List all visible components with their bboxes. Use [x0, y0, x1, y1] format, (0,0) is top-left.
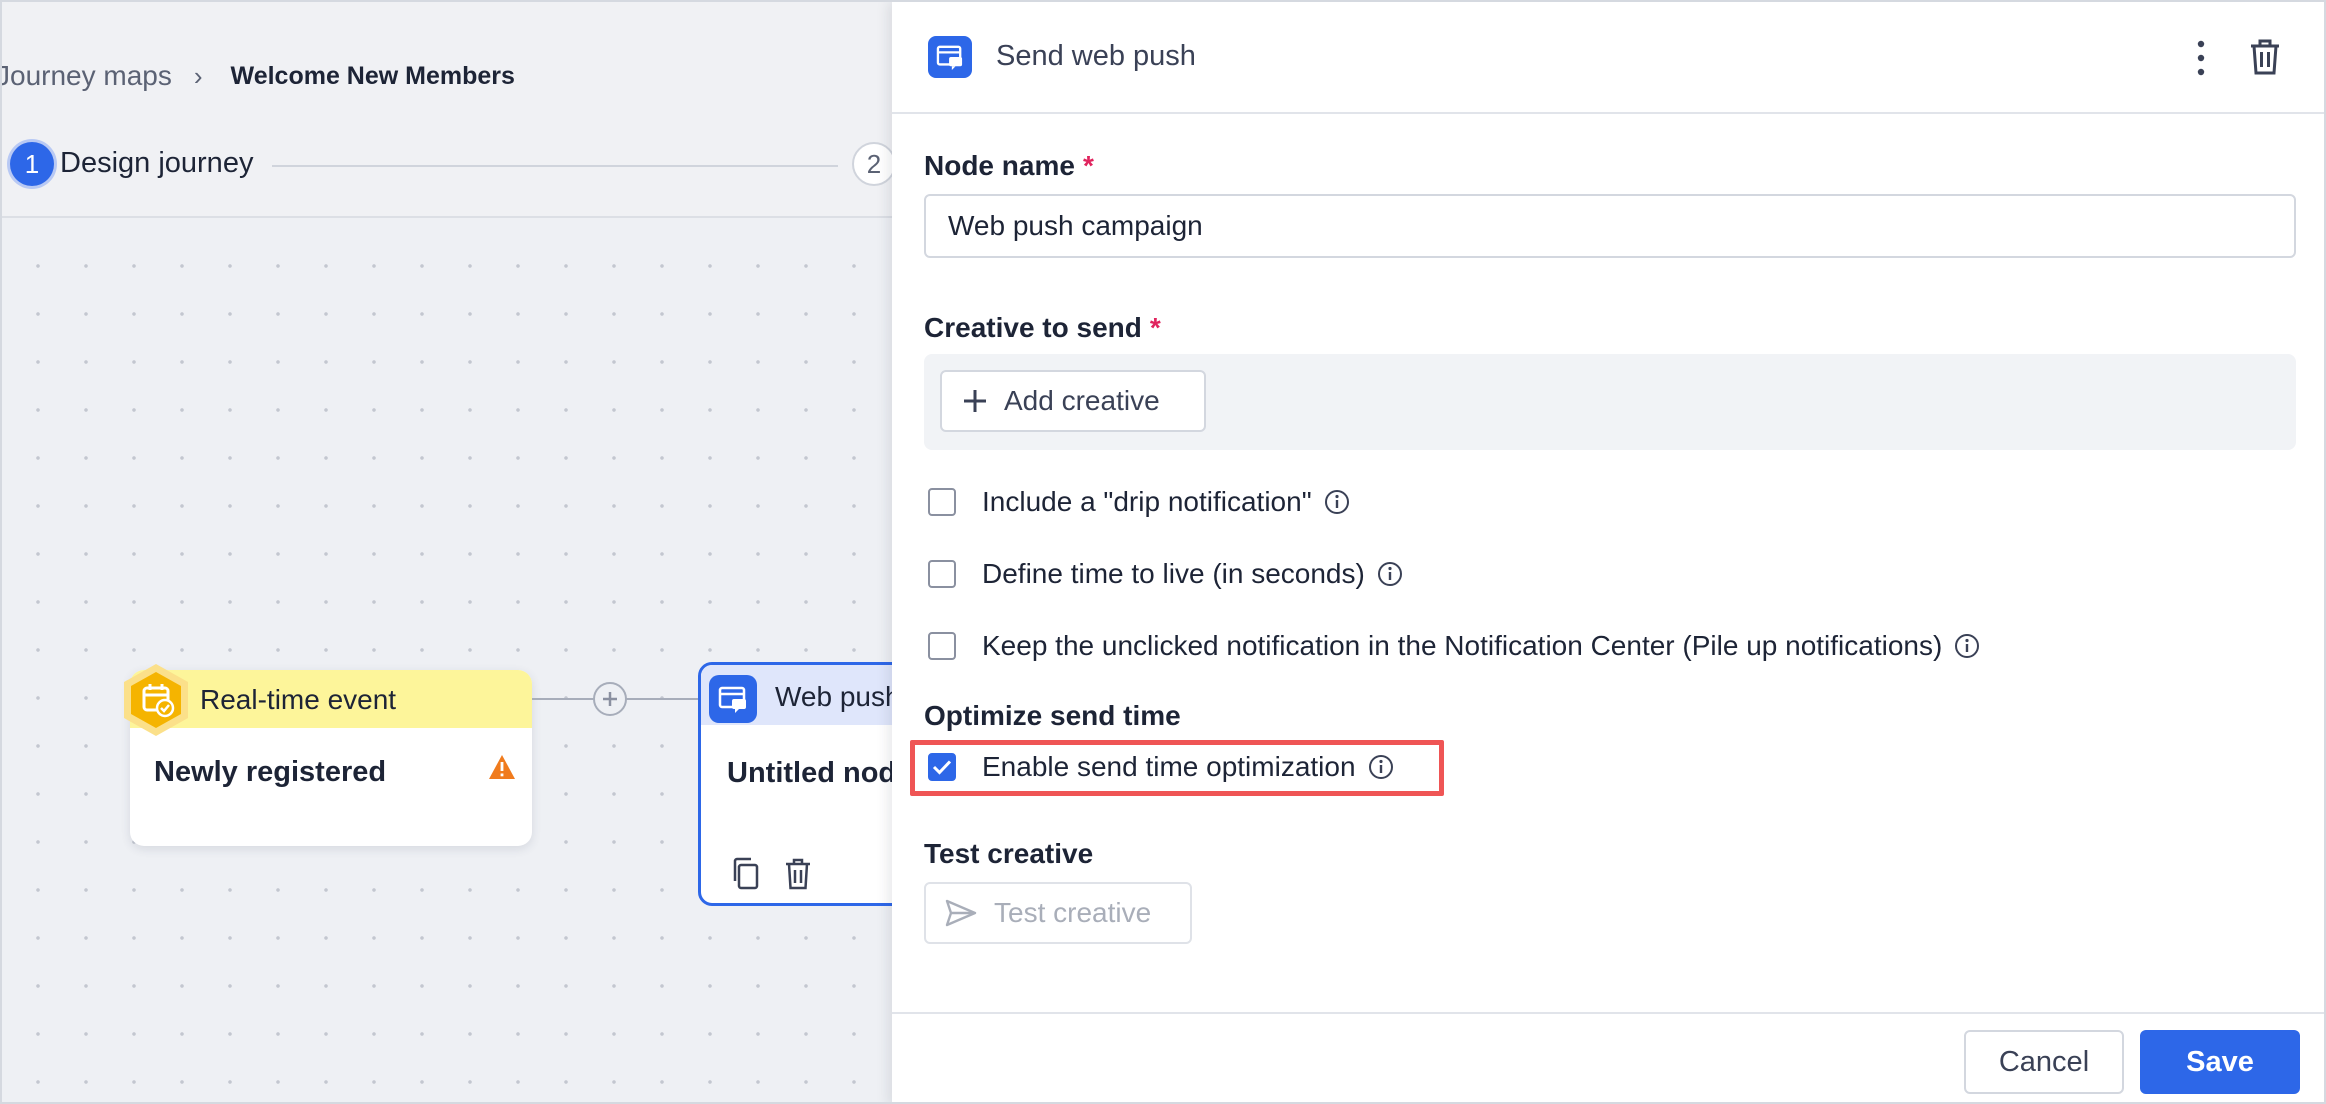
info-icon[interactable] [1368, 754, 1394, 780]
trash-icon[interactable] [783, 857, 813, 891]
node-toolbar [731, 857, 813, 891]
info-icon[interactable] [1377, 561, 1403, 587]
node-settings-panel: Send web push Node name* Creative to sen… [892, 2, 2324, 1102]
required-mark: * [1082, 150, 1094, 181]
save-button[interactable]: Save [2140, 1030, 2300, 1094]
drip-notification-label[interactable]: Include a "drip notification" [982, 486, 1312, 518]
option-send-time-optimization: Enable send time optimization [928, 747, 1394, 787]
add-node-button[interactable] [593, 682, 627, 716]
delete-node-icon[interactable] [2248, 38, 2282, 76]
info-icon[interactable] [1324, 489, 1350, 515]
panel-title: Send web push [996, 40, 1196, 72]
app-frame: Journey maps › Welcome New Members 1 Des… [0, 0, 2326, 1104]
info-icon[interactable] [1954, 633, 1980, 659]
breadcrumb-journey-maps[interactable]: Journey maps [2, 60, 172, 92]
send-icon [945, 899, 977, 927]
cancel-button[interactable]: Cancel [1964, 1030, 2124, 1094]
duplicate-icon[interactable] [731, 857, 761, 891]
time-to-live-checkbox[interactable] [928, 560, 956, 588]
option-drip-notification: Include a "drip notification" [928, 482, 1350, 522]
optimize-heading: Optimize send time [924, 700, 1181, 731]
stepper: 1 Design journey 2 [2, 142, 896, 188]
pile-up-label[interactable]: Keep the unclicked notification in the N… [982, 630, 1942, 662]
test-creative-heading: Test creative [924, 838, 1094, 869]
step-1-indicator[interactable]: 1 [10, 142, 54, 186]
web-push-icon [709, 675, 757, 723]
journey-canvas[interactable]: Real-time event Newly registered Web pus… [2, 220, 941, 1102]
journey-editor: Journey maps › Welcome New Members 1 Des… [2, 2, 941, 1102]
web-push-node-title: Untitled node [727, 757, 913, 789]
web-push-icon [928, 36, 972, 78]
pile-up-checkbox[interactable] [928, 632, 956, 660]
creative-dropzone: Add creative [924, 354, 2296, 450]
breadcrumb-current: Welcome New Members [230, 61, 515, 90]
web-push-node-type: Web push [775, 681, 901, 712]
node-name-label: Node name * [924, 150, 1094, 182]
panel-footer: Cancel Save [892, 1012, 2324, 1102]
event-node[interactable]: Real-time event Newly registered [124, 664, 532, 846]
send-time-optimization-checkbox[interactable] [928, 753, 956, 781]
node-name-input[interactable] [924, 194, 2296, 258]
test-creative-button[interactable]: Test creative [924, 882, 1192, 944]
checkmark-icon [932, 760, 952, 775]
warning-icon[interactable] [488, 754, 516, 780]
plus-icon [964, 390, 986, 412]
chevron-right-icon: › [193, 60, 203, 91]
add-creative-button[interactable]: Add creative [940, 370, 1206, 432]
step-2-indicator[interactable]: 2 [852, 142, 896, 186]
creative-label: Creative to send * [924, 312, 1161, 344]
creative-label-text: Creative to send [924, 312, 1142, 343]
step-connector [272, 165, 838, 167]
plus-icon [603, 692, 617, 706]
panel-header: Send web push [892, 2, 2324, 114]
step-1-label[interactable]: Design journey [60, 147, 253, 180]
add-creative-label: Add creative [1004, 385, 1160, 416]
node-name-label-text: Node name [924, 150, 1075, 181]
send-time-optimization-label[interactable]: Enable send time optimization [982, 751, 1356, 783]
option-pile-up-notifications: Keep the unclicked notification in the N… [928, 626, 1980, 666]
test-creative-label: Test creative [994, 897, 1152, 928]
more-options-icon[interactable] [2192, 38, 2210, 78]
breadcrumb: Journey maps › Welcome New Members [2, 56, 515, 96]
event-node-type: Real-time event [200, 684, 397, 715]
time-to-live-label[interactable]: Define time to live (in seconds) [982, 558, 1365, 590]
drip-notification-checkbox[interactable] [928, 488, 956, 516]
editor-topbar: Journey maps › Welcome New Members 1 Des… [2, 2, 896, 218]
option-time-to-live: Define time to live (in seconds) [928, 554, 1403, 594]
event-node-title: Newly registered [154, 756, 387, 788]
required-mark: * [1149, 312, 1161, 343]
calendar-check-icon [124, 664, 188, 736]
